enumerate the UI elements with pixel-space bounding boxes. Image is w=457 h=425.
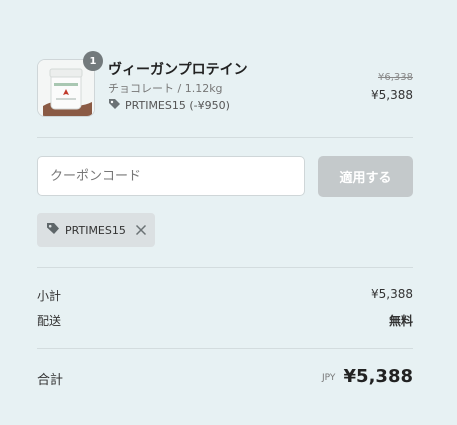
coupon-code-input[interactable] — [37, 156, 305, 196]
final-price: ¥5,388 — [371, 88, 413, 102]
product-discount: PRTIMES15 (-¥950) — [108, 98, 230, 113]
product-name: ヴィーガンプロテイン — [108, 62, 248, 78]
applied-coupon-code: PRTIMES15 — [65, 223, 126, 237]
original-price: ¥6,338 — [378, 72, 413, 83]
divider — [37, 137, 413, 138]
product-line-item: 1 ヴィーガンプロテイン チョコレート / 1.12kg PRTIMES15 (… — [37, 51, 413, 117]
product-variant: チョコレート / 1.12kg — [108, 82, 223, 95]
total-label: 合計 — [37, 373, 64, 388]
shipping-label: 配送 — [37, 314, 62, 328]
apply-coupon-button[interactable]: 適用する — [318, 156, 413, 197]
subtotal-label: 小計 — [37, 289, 62, 303]
tag-icon — [46, 222, 60, 238]
shipping-value: 無料 — [388, 314, 413, 328]
tag-icon — [108, 98, 121, 113]
subtotal-value: ¥5,388 — [371, 287, 413, 301]
applied-coupon-tag: PRTIMES15 — [37, 213, 155, 247]
divider — [37, 267, 413, 268]
product-discount-text: PRTIMES15 (-¥950) — [125, 99, 230, 112]
total-value: ¥5,388 — [343, 366, 413, 387]
remove-coupon-icon[interactable] — [135, 224, 147, 236]
divider — [37, 348, 413, 349]
quantity-badge: 1 — [83, 51, 103, 71]
total-currency: JPY — [322, 373, 336, 383]
